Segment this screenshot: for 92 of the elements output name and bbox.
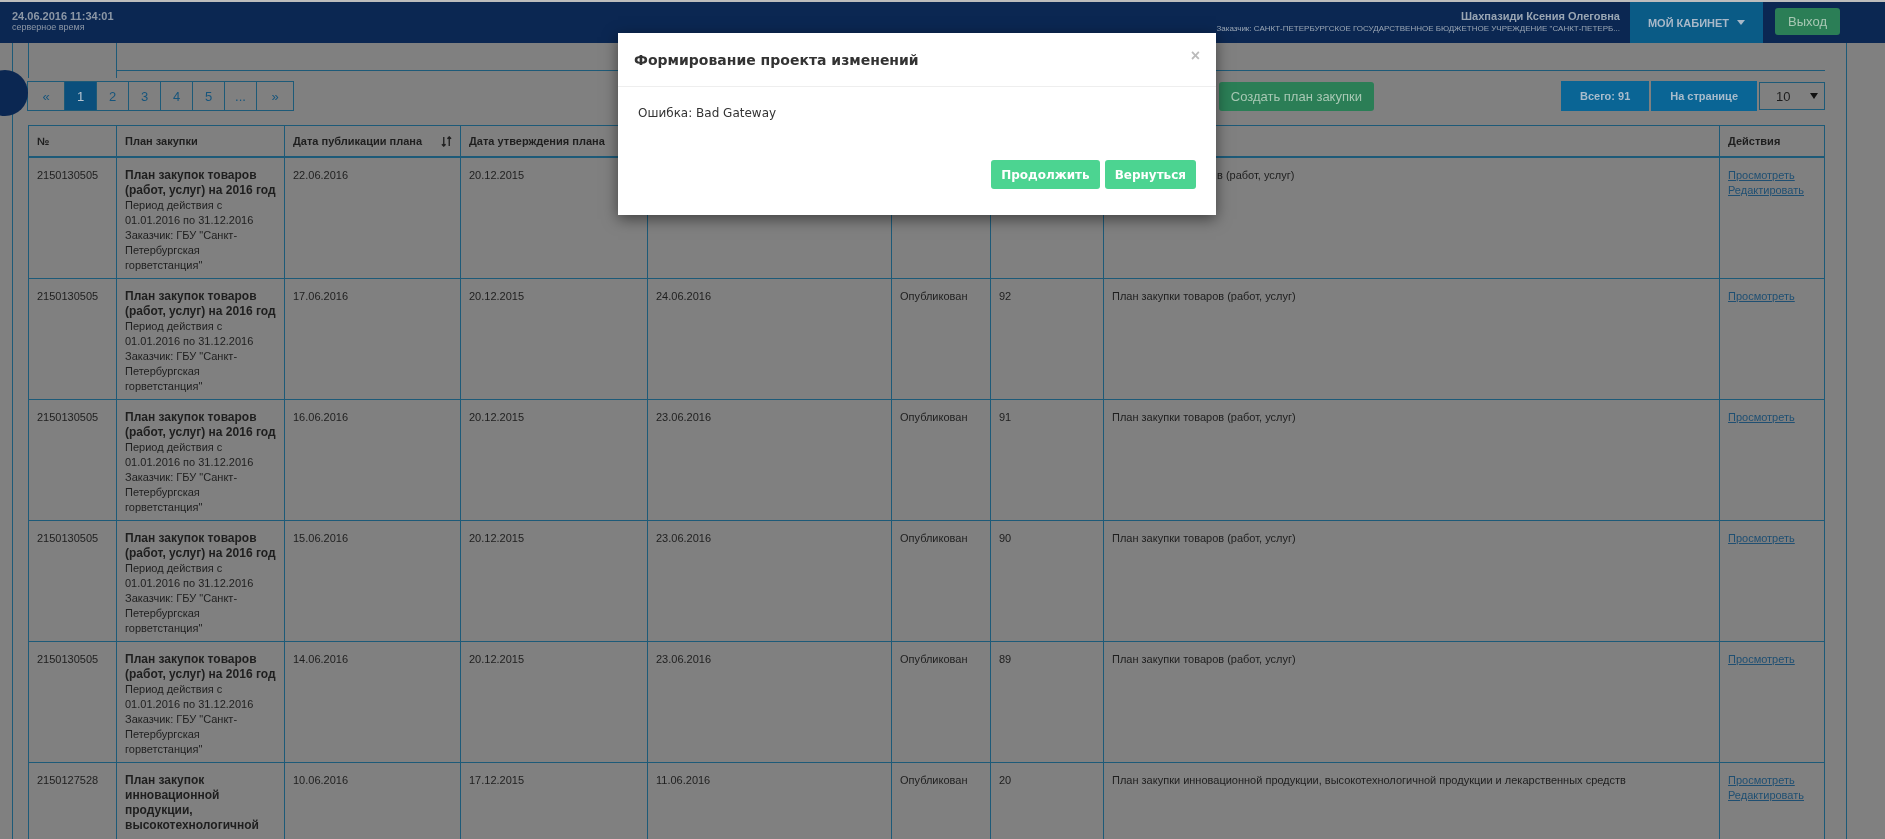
version-number: 20 — [999, 773, 1012, 788]
view-link[interactable]: Просмотреть — [1728, 531, 1795, 546]
plan-period: Период действия с 01.01.2016 по 31.12.2016 — [125, 682, 255, 712]
plan-customer: Заказчик: ГБУ "Санкт-Петербургская горветстанция" — [125, 228, 239, 273]
caret-icon — [1737, 20, 1746, 25]
total-count: Всего: 91 — [1560, 81, 1650, 111]
approval-date: 20.12.2015 — [469, 289, 525, 304]
page-link[interactable]: ... — [224, 81, 257, 111]
page-link[interactable]: 3 — [128, 81, 161, 111]
plan-status: Опубликован — [900, 410, 968, 425]
version-number: 89 — [999, 652, 1012, 667]
close-button[interactable]: × — [1190, 46, 1200, 73]
plan-period: Период действия с 01.01.2016 по 31.12.2016 — [125, 319, 255, 349]
my-cabinet-button[interactable]: МОЙ КАБИНЕТ — [1629, 2, 1764, 43]
page-link[interactable]: 2 — [96, 81, 129, 111]
view-link[interactable]: Просмотреть — [1728, 652, 1795, 667]
page-link[interactable]: 5 — [192, 81, 225, 111]
column-header[interactable]: № — [29, 126, 117, 156]
view-link[interactable]: Просмотреть — [1728, 773, 1795, 788]
publication-date: 17.06.2016 — [293, 289, 349, 304]
approval-date: 20.12.2015 — [469, 652, 525, 667]
plan-status: Опубликован — [900, 773, 968, 788]
version-number: 92 — [999, 289, 1012, 304]
publication-date: 15.06.2016 — [293, 531, 349, 546]
plan-title: План закупок товаров (работ, услуг) на 2016 год — [125, 531, 276, 561]
view-link[interactable]: Просмотреть — [1728, 168, 1795, 183]
plan-number: 2150127528 — [37, 773, 99, 788]
view-link[interactable]: Просмотреть — [1728, 289, 1795, 304]
plan-title: План закупок инновационной продукции, высокотехнологичной — [125, 773, 260, 833]
page-link[interactable]: » — [256, 81, 294, 111]
date-cell: 23.06.2016 — [656, 410, 712, 425]
plan-title: План закупок товаров (работ, услуг) на 2016 год — [125, 168, 276, 198]
plan-type: в (работ, услуг) — [1217, 168, 1295, 183]
plan-status: Опубликован — [900, 531, 968, 546]
error-message: Ошибка: Bad Gateway — [638, 106, 777, 120]
approval-date: 17.12.2015 — [469, 773, 525, 788]
plan-status: Опубликован — [900, 289, 968, 304]
plan-customer: Заказчик: ГБУ "Санкт-Петербургская горветстанция" — [125, 591, 239, 636]
plan-type: План закупки товаров (работ, услуг) — [1112, 652, 1296, 667]
column-header[interactable]: Дата публикации плана — [285, 126, 461, 156]
logout-button[interactable]: Выход — [1775, 8, 1840, 35]
plan-customer: Заказчик: ГБУ "Санкт-Петербургская горветстанция" — [125, 712, 239, 757]
version-number: 90 — [999, 531, 1012, 546]
plan-customer: Заказчик: ГБУ "Санкт-Петербургская горветстанция" — [125, 349, 239, 394]
approval-date: 20.12.2015 — [469, 168, 525, 183]
plan-number: 2150130505 — [37, 531, 99, 546]
publication-date: 10.06.2016 — [293, 773, 349, 788]
plan-number: 2150130505 — [37, 289, 99, 304]
caret-icon — [1810, 93, 1818, 99]
create-plan-button[interactable]: Создать план закупки — [1218, 81, 1374, 111]
plan-customer: Заказчик: ГБУ "Санкт-Петербургская горветстанция" — [125, 470, 239, 515]
server-datetime: 24.06.2016 11:34:01 — [12, 10, 114, 22]
page-link[interactable]: 1 — [64, 81, 97, 111]
publication-date: 14.06.2016 — [293, 652, 349, 667]
publication-date: 16.06.2016 — [293, 410, 349, 425]
plan-number: 2150130505 — [37, 652, 99, 667]
date-cell: 23.06.2016 — [656, 652, 712, 667]
column-header[interactable]: План закупки — [117, 126, 285, 156]
edit-link[interactable]: Редактировать — [1728, 788, 1804, 803]
plan-title: План закупок товаров (работ, услуг) на 2016 год — [125, 410, 276, 440]
plan-title: План закупок товаров (работ, услуг) на 2016 год — [125, 289, 276, 319]
back-button[interactable]: Вернуться — [1104, 160, 1196, 189]
sort-icon[interactable] — [441, 135, 452, 147]
customer-name: Заказчик: САНКТ-ПЕТЕРБУРГСКОЕ ГОСУДАРСТВЕННОЕ БЮДЖЕТНОЕ УЧРЕЖДЕНИЕ "САНКТ-ПЕТЕРБ... — [1216, 24, 1620, 33]
plan-period: Период действия с 01.01.2016 по 31.12.2016 — [125, 198, 255, 228]
plan-title: План закупок товаров (работ, услуг) на 2016 год — [125, 652, 276, 682]
plan-status: Опубликован — [900, 652, 968, 667]
plan-type: План закупки товаров (работ, услуг) — [1112, 410, 1296, 425]
page-link[interactable]: 4 — [160, 81, 193, 111]
user-name: Шахпазиди Ксения Олеговна — [1461, 10, 1620, 22]
date-cell: 11.06.2016 — [656, 773, 711, 788]
dialog-title: Формирование проекта изменений — [634, 51, 919, 68]
column-header[interactable]: Действия — [1720, 126, 1825, 156]
plan-type: План закупки инновационной продукции, высокотехнологичной продукции и лекарственных средств — [1112, 773, 1626, 788]
edit-link[interactable]: Редактировать — [1728, 183, 1804, 198]
version-number: 91 — [999, 410, 1012, 425]
plan-number: 2150130505 — [37, 410, 99, 425]
publication-date: 22.06.2016 — [293, 168, 349, 183]
server-time-caption: серверное время — [12, 22, 86, 32]
per-page-label: На странице — [1651, 81, 1757, 111]
approval-date: 20.12.2015 — [469, 410, 525, 425]
plan-type: План закупки товаров (работ, услуг) — [1112, 531, 1296, 546]
plan-type: План закупки товаров (работ, услуг) — [1112, 289, 1296, 304]
continue-button[interactable]: Продолжить — [991, 160, 1100, 189]
plan-period: Период действия с 01.01.2016 по 31.12.2016 — [125, 440, 255, 470]
approval-date: 20.12.2015 — [469, 531, 525, 546]
date-cell: 24.06.2016 — [656, 289, 712, 304]
plan-period: Период действия с 01.01.2016 по 31.12.2016 — [125, 561, 255, 591]
per-page-select[interactable]: 10 — [1759, 82, 1825, 110]
view-link[interactable]: Просмотреть — [1728, 410, 1795, 425]
date-cell: 23.06.2016 — [656, 531, 712, 546]
plan-number: 2150130505 — [37, 168, 99, 183]
